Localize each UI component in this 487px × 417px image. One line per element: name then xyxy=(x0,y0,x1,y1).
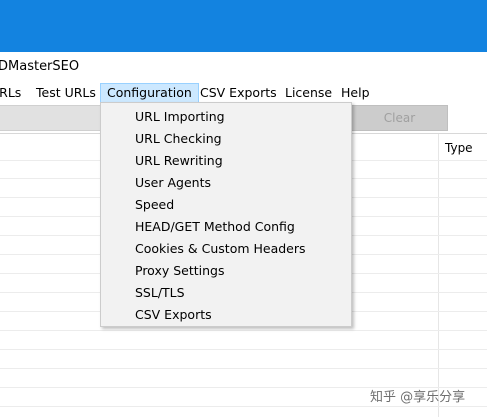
menu-csv-exports[interactable]: CSV Exports xyxy=(194,83,283,103)
clear-button[interactable]: Clear xyxy=(351,105,448,131)
configuration-dropdown-menu: URL Importing URL Checking URL Rewriting… xyxy=(100,102,352,327)
menu-item-url-importing[interactable]: URL Importing xyxy=(135,106,225,128)
menu-item-ssl-tls[interactable]: SSL/TLS xyxy=(135,282,185,304)
desktop-background xyxy=(0,0,487,52)
menu-item-user-agents[interactable]: User Agents xyxy=(135,172,211,194)
menu-item-url-checking[interactable]: URL Checking xyxy=(135,128,222,150)
table-row xyxy=(0,368,487,369)
menu-help[interactable]: Help xyxy=(335,83,376,103)
menu-item-proxy-settings[interactable]: Proxy Settings xyxy=(135,260,224,282)
menu-bar: URLs Test URLs Configuration CSV Exports… xyxy=(0,82,487,103)
table-row xyxy=(0,330,487,331)
menu-item-speed[interactable]: Speed xyxy=(135,194,174,216)
menu-configuration[interactable]: Configuration xyxy=(100,83,199,103)
title-bar: DMasterSEO xyxy=(0,52,487,82)
menu-item-csv-exports[interactable]: CSV Exports xyxy=(135,304,212,326)
table-row xyxy=(0,406,487,407)
toolbar-strip xyxy=(0,105,104,131)
column-header-type[interactable]: Type xyxy=(445,141,473,155)
menu-item-cookies-custom-headers[interactable]: Cookies & Custom Headers xyxy=(135,238,306,260)
column-separator xyxy=(438,134,439,417)
menu-license[interactable]: License xyxy=(279,83,338,103)
menu-item-head-get-method-config[interactable]: HEAD/GET Method Config xyxy=(135,216,295,238)
table-row xyxy=(0,349,487,350)
watermark: 知乎 @享乐分享 xyxy=(370,390,466,405)
window-title: DMasterSEO xyxy=(0,59,80,74)
menu-urls[interactable]: URLs xyxy=(0,83,27,103)
menu-test-urls[interactable]: Test URLs xyxy=(30,83,102,103)
menu-item-url-rewriting[interactable]: URL Rewriting xyxy=(135,150,223,172)
